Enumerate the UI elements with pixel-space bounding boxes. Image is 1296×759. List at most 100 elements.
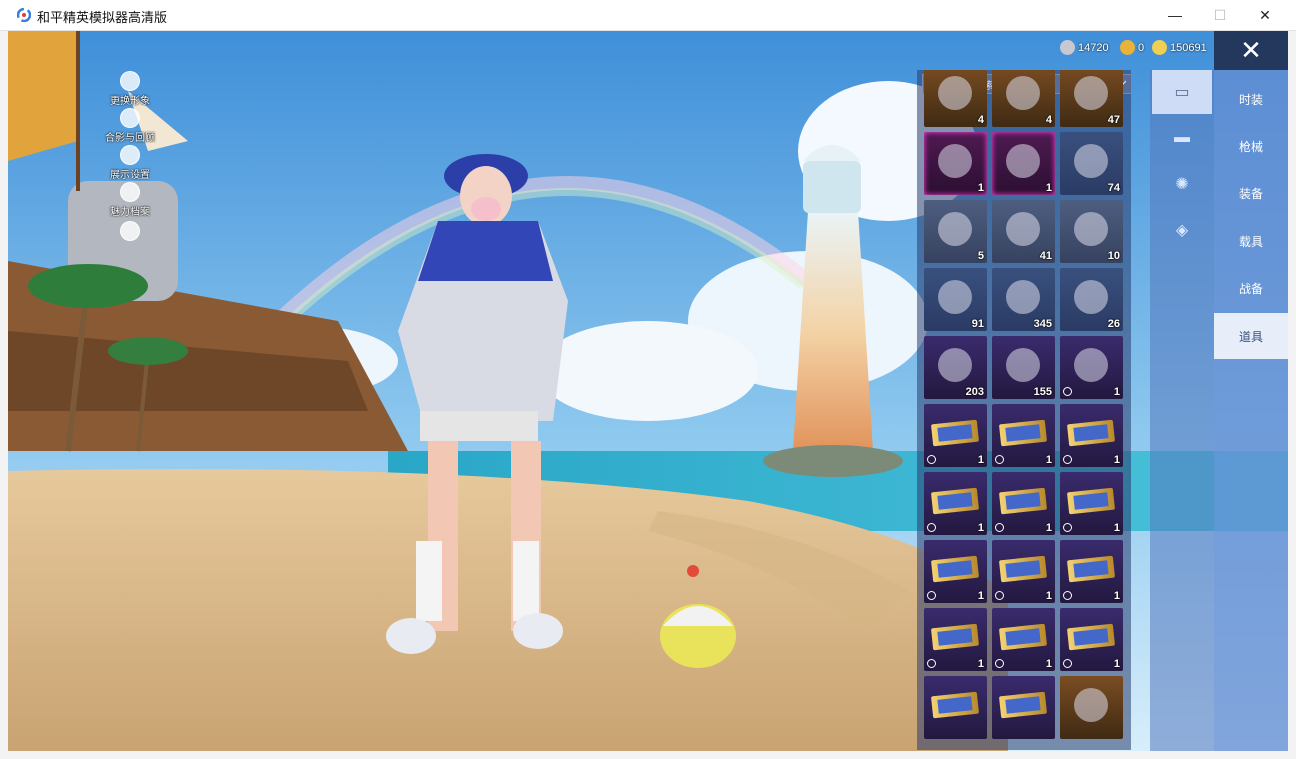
left-menu-item-4[interactable]: 魅力档案 [70,182,190,218]
category-tab-3[interactable]: 装备 [1214,170,1288,216]
inventory-item[interactable]: 1 [1060,472,1123,535]
item-quantity: 1 [1113,658,1120,670]
rank-badge-icon [1074,76,1108,110]
category-tab-5[interactable]: 战备 [1214,265,1288,311]
chest-icon: ▬ [1174,129,1190,146]
category-tab-1[interactable]: 时装 [1214,76,1288,122]
window-close-button[interactable]: ✕ [1242,0,1288,30]
app-window: 和平精英模拟器高清版 — ☐ ✕ 更换形象 合影与回顾 展示设置 魅力档案 14… [0,0,1296,759]
inventory-item[interactable]: 10 [1060,200,1123,263]
ticket-icon [998,419,1048,447]
maximize-button[interactable]: ☐ [1197,0,1243,30]
inventory-item[interactable]: 5 [924,200,987,263]
inventory-item[interactable]: 1 [1060,336,1123,399]
clock-icon [927,455,936,464]
ticket-icon [1066,487,1116,515]
ticket-icon [998,487,1048,515]
inventory-item[interactable]: 1 [1060,404,1123,467]
inventory-item[interactable]: 1 [1060,540,1123,603]
inventory-item[interactable]: 155 [992,336,1055,399]
inventory-item[interactable]: 1 [924,132,987,195]
left-menu-item-1[interactable]: 更换形象 [70,71,190,107]
item-quantity: 203 [965,386,984,398]
inventory-item[interactable]: 1 [924,608,987,671]
item-quantity: 1 [1045,590,1052,602]
person-icon [120,71,140,91]
ticket-icon [930,487,980,515]
gem-chip-icon [938,280,972,314]
nameplate-icon [1074,348,1108,382]
inventory-item[interactable]: 47 [1060,70,1123,127]
spray-gun-icon [1006,348,1040,382]
item-quantity: 1 [977,454,984,466]
puzzle-orb-icon [1074,144,1108,178]
left-menu-label: 魅力档案 [110,207,150,218]
ticket-icon [1066,555,1116,583]
yellow-coin-icon [1152,40,1167,55]
category-tab-6[interactable]: 道具 [1214,313,1288,359]
inventory-item[interactable] [992,676,1055,739]
item-quantity: 345 [1033,318,1052,330]
item-quantity: 91 [971,318,984,330]
inventory-item[interactable]: 1 [1060,608,1123,671]
clock-icon [1063,591,1072,600]
clock-icon [927,659,936,668]
clock-icon [927,591,936,600]
item-quantity: 1 [977,182,984,194]
lion-icon [1006,144,1040,178]
inventory-item[interactable]: 74 [1060,132,1123,195]
inventory-item[interactable]: 4 [992,70,1055,127]
left-menu-label: 更换形象 [110,96,150,107]
inventory-panel: 搜索 默认 4447117454110913452620315511111111… [917,70,1131,750]
clock-icon [1063,659,1072,668]
inventory-item[interactable]: 203 [924,336,987,399]
inventory-item[interactable] [924,676,987,739]
inventory-item[interactable]: 345 [992,268,1055,331]
puzzle-chip-icon [938,212,972,246]
subcategory-tab-2[interactable]: ▬ [1152,116,1212,160]
clock-icon [995,659,1004,668]
minimize-button[interactable]: — [1152,0,1198,30]
item-quantity: 1 [1113,454,1120,466]
inventory-item[interactable]: 1 [924,404,987,467]
inventory-item[interactable]: 26 [1060,268,1123,331]
left-menu-item-2[interactable]: 合影与回顾 [70,108,190,144]
inventory-item[interactable]: 91 [924,268,987,331]
close-button[interactable]: ✕ [1214,31,1288,70]
inventory-item[interactable]: 1 [992,404,1055,467]
left-menu-item-5[interactable] [70,221,190,242]
inventory-item[interactable]: 41 [992,200,1055,263]
item-quantity: 41 [1039,250,1052,262]
currency-1: 14720 [1060,40,1109,55]
item-quantity: 1 [977,590,984,602]
item-quantity: 47 [1107,114,1120,126]
inventory-item[interactable] [1060,676,1123,739]
item-quantity: 1 [1045,658,1052,670]
film-icon [120,108,140,128]
category-tabs: 时装 枪械 装备 载具 战备 道具 [1214,70,1288,751]
category-tab-2[interactable]: 枪械 [1214,123,1288,169]
diamond-icon [1006,280,1040,314]
game-viewport: 更换形象合影与回顾展示设置魅力档案 147200150691 搜索 默认 444… [8,31,1288,751]
inventory-item[interactable]: 1 [992,132,1055,195]
item-quantity: 1 [1113,522,1120,534]
inventory-item[interactable]: 4 [924,70,987,127]
inventory-item[interactable]: 1 [992,608,1055,671]
left-menu-item-3[interactable]: 展示设置 [70,145,190,181]
ticket-icon [930,623,980,651]
subcategory-tab-1[interactable]: ▭ [1152,70,1212,114]
subcategory-tab-4[interactable]: ◈ [1152,208,1212,252]
currency-value: 14720 [1078,41,1109,54]
inventory-item[interactable]: 1 [924,472,987,535]
ticket-icon [930,691,980,719]
category-tab-4[interactable]: 载具 [1214,218,1288,264]
inventory-item[interactable]: 1 [992,472,1055,535]
inventory-item[interactable]: 1 [924,540,987,603]
spray-can-icon [938,348,972,382]
rank-badge-icon [938,76,972,110]
clock-icon [1063,455,1072,464]
inventory-item[interactable]: 1 [992,540,1055,603]
clock-icon [1063,523,1072,532]
silver-coin-icon [1060,40,1075,55]
subcategory-tab-3[interactable]: ✺ [1152,162,1212,206]
